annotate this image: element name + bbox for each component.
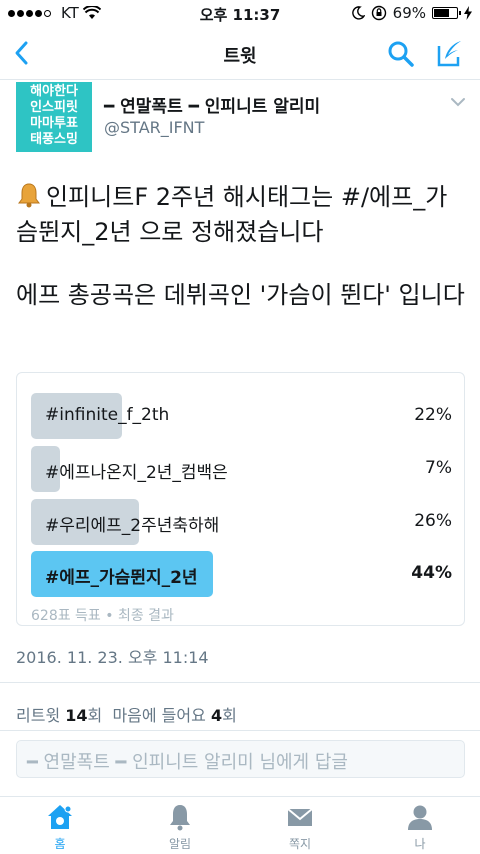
nav-bar: 트윗 bbox=[0, 28, 480, 80]
avatar-line: 해야한다 bbox=[30, 84, 78, 99]
envelope-icon bbox=[287, 808, 313, 826]
charging-icon bbox=[464, 6, 472, 20]
bell-icon bbox=[170, 805, 190, 831]
user-handle[interactable]: @STAR_IFNT bbox=[104, 118, 204, 137]
tweet-text-line1: 인피니트F 2주년 해시태그는 #/에프_가슴뛴지_2년 으로 정해졌습니다 bbox=[16, 183, 448, 246]
tab-label: 알림 bbox=[168, 837, 192, 851]
like-unit: 회 bbox=[222, 706, 237, 725]
reply-input[interactable]: ━ 연말폭트 ━ 인피니트 알리미 님에게 답글 bbox=[16, 740, 465, 778]
avatar-line: 인스피릿 bbox=[30, 100, 78, 115]
poll-option-percent: 26% bbox=[414, 511, 452, 531]
avatar-line: 태풍스밍 bbox=[30, 132, 78, 147]
poll-option-label: #infinite_f_2th bbox=[45, 405, 170, 425]
tab-bar: 홈 알림 쪽지 나 bbox=[0, 796, 480, 854]
tab-notifications[interactable]: 알림 bbox=[120, 797, 240, 854]
tweet-stats: 리트윗 14회 마음에 들어요 4회 bbox=[16, 702, 237, 726]
retweet-label: 리트윗 bbox=[16, 706, 61, 725]
poll-meta: 628표 득표 • 최종 결과 bbox=[31, 608, 174, 624]
tab-messages[interactable]: 쪽지 bbox=[240, 797, 360, 854]
like-count: 4 bbox=[210, 706, 223, 725]
retweet-count: 14 bbox=[65, 706, 88, 725]
poll-option-percent: 44% bbox=[411, 563, 452, 583]
battery-fill bbox=[434, 9, 449, 17]
person-icon bbox=[408, 805, 432, 830]
reply-placeholder: ━ 연말폭트 ━ 인피니트 알리미 님에게 답글 bbox=[27, 752, 348, 773]
tab-home[interactable]: 홈 bbox=[0, 797, 120, 854]
divider bbox=[0, 682, 480, 683]
chevron-down-icon[interactable] bbox=[450, 94, 466, 110]
rotation-lock-icon bbox=[371, 5, 386, 21]
poll-card: #infinite_f_2th 22% #에프나온지_2년_컴백은 7% #우리… bbox=[16, 372, 465, 626]
like-stat[interactable]: 마음에 들어요 4회 bbox=[112, 706, 236, 725]
display-name[interactable]: ━ 연말폭트 ━ 인피니트 알리미 bbox=[104, 92, 320, 117]
moon-icon bbox=[351, 6, 365, 20]
poll-option-label: #에프나온지_2년_컴백은 bbox=[45, 463, 228, 483]
retweet-stat[interactable]: 리트윗 14회 bbox=[16, 706, 102, 725]
status-bar: KT 오후 11:37 69% bbox=[0, 0, 480, 28]
poll-option-percent: 7% bbox=[425, 458, 452, 478]
like-label: 마음에 들어요 bbox=[112, 706, 206, 725]
poll-option-label: #우리에프_2주년축하해 bbox=[45, 516, 220, 536]
tab-label: 나 bbox=[414, 837, 426, 851]
status-right: 69% bbox=[351, 4, 472, 22]
tab-label: 쪽지 bbox=[288, 837, 312, 851]
tab-me[interactable]: 나 bbox=[360, 797, 480, 854]
bell-emoji-icon bbox=[18, 183, 40, 208]
tweet-text-line2: 에프 총공곡은 데뷔곡인 '가슴이 뛴다' 입니다 bbox=[16, 281, 465, 309]
battery-percent: 69% bbox=[392, 4, 426, 22]
avatar-line: 마마투표 bbox=[30, 116, 78, 131]
avatar[interactable]: 해야한다 인스피릿 마마투표 태풍스밍 bbox=[16, 82, 92, 152]
divider bbox=[0, 730, 480, 731]
tweet-text: 인피니트F 2주년 해시태그는 #/에프_가슴뛴지_2년 으로 정해졌습니다 bbox=[16, 180, 468, 250]
poll-option-label: #에프_가슴뛴지_2년 bbox=[45, 568, 198, 588]
search-icon[interactable] bbox=[386, 39, 416, 69]
poll-option: #infinite_f_2th 22% bbox=[31, 393, 452, 439]
compose-icon[interactable] bbox=[434, 38, 466, 70]
poll-option-percent: 22% bbox=[414, 405, 452, 425]
tweet-timestamp: 2016. 11. 23. 오후 11:14 bbox=[16, 648, 209, 667]
poll-option: #에프나온지_2년_컴백은 7% bbox=[31, 446, 452, 492]
battery-icon bbox=[432, 7, 461, 19]
retweet-unit: 회 bbox=[87, 706, 103, 725]
poll-option: #우리에프_2주년축하해 26% bbox=[31, 499, 452, 545]
tab-label: 홈 bbox=[54, 837, 66, 851]
poll-option-winner: #에프_가슴뛴지_2년 44% bbox=[31, 551, 452, 597]
home-icon bbox=[48, 805, 72, 829]
